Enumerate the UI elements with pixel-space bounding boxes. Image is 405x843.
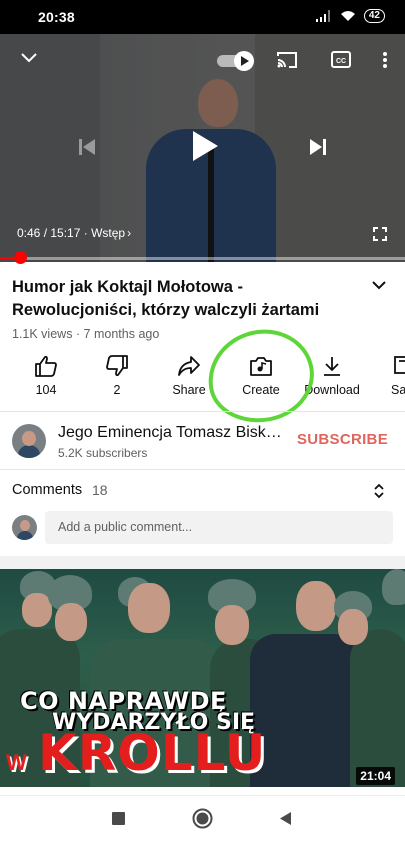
like-count: 104 xyxy=(35,383,57,397)
more-options-icon[interactable] xyxy=(382,51,388,69)
dislike-icon xyxy=(106,355,128,377)
back-icon[interactable] xyxy=(279,811,292,826)
share-label: Share xyxy=(172,383,206,397)
share-icon xyxy=(178,356,200,376)
video-meta: 1.1K views · 7 months ago xyxy=(12,327,160,341)
video-duration-badge: 21:04 xyxy=(356,767,395,785)
time-display[interactable]: 0:46 / 15:17 · Wstęp › xyxy=(17,226,131,240)
wifi-icon xyxy=(340,11,355,21)
save-icon xyxy=(394,356,405,374)
previous-icon[interactable] xyxy=(77,137,97,157)
divider xyxy=(0,469,405,470)
cast-icon[interactable] xyxy=(276,51,298,69)
comments-title[interactable]: Comments xyxy=(12,482,82,498)
save-label: Sa xyxy=(391,383,405,397)
subscribe-button[interactable]: SUBSCRIBE xyxy=(297,431,388,448)
chevron-right-icon: › xyxy=(127,226,132,240)
status-time: 20:38 xyxy=(38,9,75,25)
user-avatar xyxy=(12,515,37,540)
captions-icon[interactable]: CC xyxy=(331,51,351,68)
action-bar: 104 2 Share Create Download Sa xyxy=(0,355,405,403)
fullscreen-icon[interactable] xyxy=(373,227,387,241)
like-button[interactable]: 104 xyxy=(11,355,81,403)
download-button[interactable]: Download xyxy=(297,355,367,403)
save-button[interactable]: Sa xyxy=(366,355,405,403)
progress-scrubber[interactable] xyxy=(14,251,28,264)
video-title[interactable]: Humor jak Koktajl Mołotowa - Rewolucjoni… xyxy=(12,276,357,322)
share-button[interactable]: Share xyxy=(154,355,224,403)
status-icons: 42 xyxy=(315,9,385,23)
channel-name[interactable]: Jego Eminencja Tomasz Bisk… xyxy=(58,424,290,442)
signal-icon xyxy=(315,10,330,22)
autoplay-icon xyxy=(217,51,254,71)
comment-input[interactable]: Add a public comment... xyxy=(45,511,393,544)
time-current: 0:46 xyxy=(17,226,41,240)
comments-count: 18 xyxy=(92,482,108,498)
like-icon xyxy=(35,355,57,377)
expand-description-icon[interactable] xyxy=(371,279,387,291)
download-label: Download xyxy=(304,383,360,397)
home-icon[interactable] xyxy=(192,808,213,829)
chapter-label: Wstęp xyxy=(91,226,126,240)
status-bar: 20:38 42 xyxy=(0,0,405,34)
play-icon[interactable] xyxy=(191,130,219,162)
subscriber-count: 5.2K subscribers xyxy=(58,446,148,460)
thumbnail-text-prefix: W xyxy=(6,750,27,775)
section-gap xyxy=(0,556,405,569)
thumbnail-text-line3: KROLLU xyxy=(38,724,267,782)
autoplay-toggle[interactable] xyxy=(217,51,255,71)
system-navigation-bar xyxy=(0,795,405,843)
divider xyxy=(0,411,405,412)
minimize-chevron-icon[interactable] xyxy=(20,52,38,64)
progress-bar[interactable] xyxy=(0,257,405,260)
battery-indicator: 42 xyxy=(363,9,385,23)
dislike-count: 2 xyxy=(113,383,121,397)
next-video-thumbnail[interactable]: CO NAPRAWDĘ WYDARZYŁO SIĘ W KROLLU 21:04 xyxy=(0,569,405,787)
download-icon xyxy=(324,357,340,376)
create-button[interactable]: Create xyxy=(226,355,296,403)
expand-comments-icon[interactable] xyxy=(373,482,385,500)
channel-avatar[interactable] xyxy=(12,424,46,458)
svg-text:CC: CC xyxy=(336,58,346,65)
create-icon xyxy=(250,357,272,376)
recents-icon[interactable] xyxy=(112,812,125,825)
time-total: 15:17 xyxy=(50,226,81,240)
dislike-button[interactable]: 2 xyxy=(82,355,152,403)
create-label: Create xyxy=(242,383,280,397)
next-icon[interactable] xyxy=(308,137,328,157)
